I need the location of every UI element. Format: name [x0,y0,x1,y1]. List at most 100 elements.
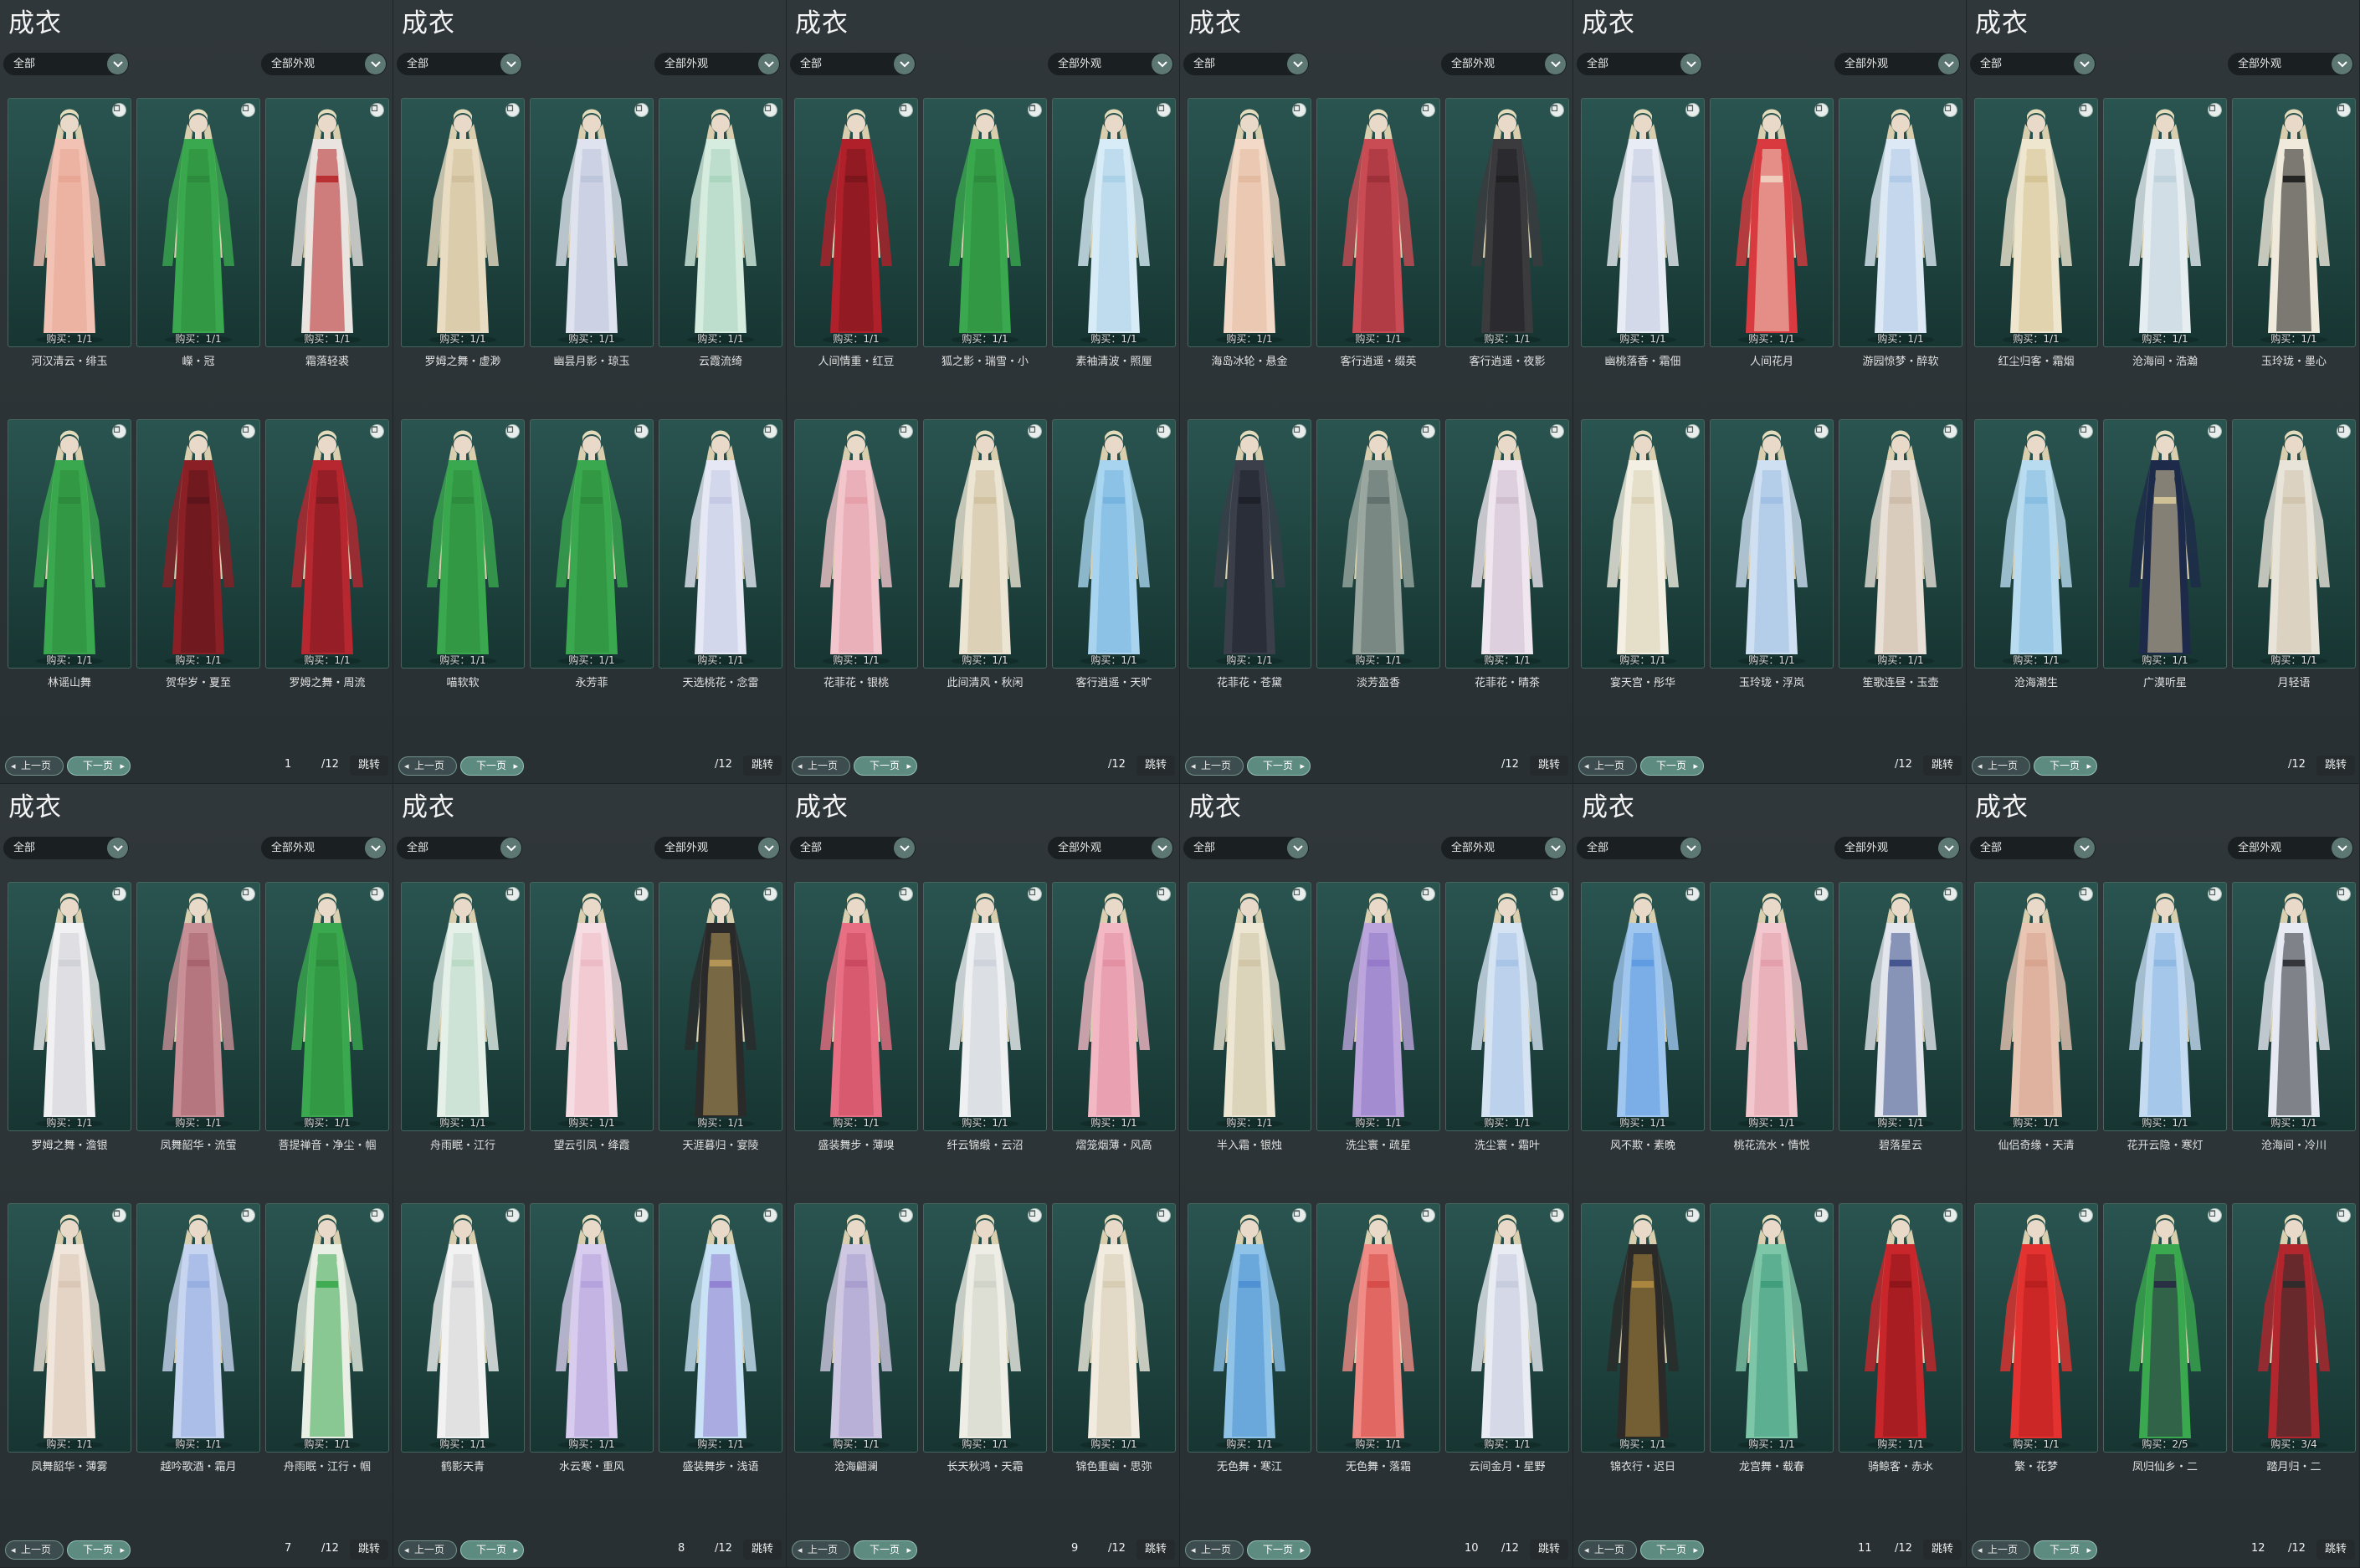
outfit-card[interactable]: 购买：1/1 沧海间・冷川 [2231,882,2357,1188]
appearance-dropdown[interactable]: 全部外观 [261,837,387,859]
outfit-preview[interactable]: 购买：1/1 [1710,98,1834,347]
outfit-preview[interactable]: 购买：1/1 [2232,882,2356,1131]
next-page-button[interactable]: 下一页 ▸ [1247,756,1311,776]
recycle-icon[interactable] [2208,103,2222,117]
appearance-dropdown[interactable]: 全部外观 [1048,837,1173,859]
trash-icon[interactable] [2079,424,2093,438]
category-dropdown[interactable]: 全部 [790,53,916,75]
recycle-icon[interactable] [370,1208,384,1222]
outfit-preview[interactable]: 购买：1/1 [530,1203,654,1453]
page-number-input[interactable]: 10 [1465,1542,1479,1555]
trash-icon[interactable] [505,1208,520,1222]
category-dropdown[interactable]: 全部 [397,837,522,859]
outfit-preview[interactable]: 购买：1/1 [530,882,654,1131]
outfit-card[interactable]: 购买：1/1 天选桃花・念雷 [658,419,783,725]
outfit-card[interactable]: 购买：1/1 鹤影天青 [400,1203,526,1509]
category-dropdown[interactable]: 全部 [1577,837,1702,859]
outfit-preview[interactable]: 购买：1/1 [794,1203,918,1453]
prev-page-button[interactable]: ◂ 上一页 [1972,1540,2030,1560]
recycle-icon[interactable] [1550,1208,1564,1222]
recycle-icon[interactable] [1028,1208,1042,1222]
outfit-preview[interactable]: 购买：3/4 [2232,1203,2356,1453]
appearance-dropdown[interactable]: 全部外观 [2228,53,2353,75]
recycle-icon[interactable] [112,1208,126,1222]
trash-icon[interactable] [1421,424,1435,438]
appearance-dropdown[interactable]: 全部外观 [1834,837,1960,859]
outfit-card[interactable]: 购买：1/1 海岛冰轮・悬金 [1187,98,1312,404]
outfit-preview[interactable]: 购买：1/1 [1316,1203,1440,1453]
outfit-card[interactable]: 购买：1/1 沧海翩澜 [793,1203,919,1509]
outfit-card[interactable]: 购买：1/1 罗姆之舞・周流 [264,419,390,725]
outfit-preview[interactable]: 购买：1/1 [8,98,131,347]
trash-icon[interactable] [241,424,255,438]
outfit-preview[interactable]: 购买：1/1 [1581,882,1705,1131]
category-dropdown[interactable]: 全部 [3,837,129,859]
page-number-input[interactable]: 1 [285,758,291,771]
recycle-icon[interactable] [2079,887,2093,901]
outfit-preview[interactable]: 购买：1/1 [1974,98,2098,347]
outfit-preview[interactable]: 购买：1/1 [1188,1203,1311,1453]
prev-page-button[interactable]: ◂ 上一页 [5,1540,64,1560]
page-number-input[interactable]: 12 [2251,1542,2265,1555]
outfit-card[interactable]: 购买：1/1 月轻语 [2231,419,2357,725]
outfit-card[interactable]: 购买：1/1 玉玲珑・浮岚 [1709,419,1834,725]
outfit-card[interactable]: 购买：1/1 此间清风・秋闲 [922,419,1048,725]
outfit-card[interactable]: 购买：1/1 河汉清云・绯玉 [7,98,132,404]
trash-icon[interactable] [112,103,126,117]
trash-icon[interactable] [1292,103,1306,117]
outfit-card[interactable]: 购买：1/1 风不欺・素晚 [1580,882,1706,1188]
outfit-card[interactable]: 购买：1/1 素袖清波・照厘 [1051,98,1177,404]
outfit-card[interactable]: 购买：1/1 嶸・冠 [136,98,261,404]
outfit-card[interactable]: 购买：1/1 花菲花・银桃 [793,419,919,725]
outfit-card[interactable]: 购买：1/1 菩提禅音・净尘・帼 [264,882,390,1188]
prev-page-button[interactable]: ◂ 上一页 [792,756,850,776]
trash-icon[interactable] [112,887,126,901]
trash-icon[interactable] [1550,424,1564,438]
next-page-button[interactable]: 下一页 ▸ [67,756,131,776]
category-dropdown[interactable]: 全部 [1183,837,1309,859]
outfit-preview[interactable]: 购买：1/1 [1581,98,1705,347]
outfit-card[interactable]: 购买：1/1 客行逍遥・夜影 [1444,98,1570,404]
outfit-card[interactable]: 购买：1/1 喵软软 [400,419,526,725]
recycle-icon[interactable] [763,1208,777,1222]
recycle-icon[interactable] [505,887,520,901]
recycle-icon[interactable] [2337,887,2351,901]
outfit-card[interactable]: 购买：1/1 舟雨眠・江行 [400,882,526,1188]
jump-button[interactable]: 跳转 [743,756,782,776]
outfit-card[interactable]: 购买：2/5 凤归仙乡・二 [2102,1203,2228,1509]
outfit-card[interactable]: 购买：1/1 幽昙月影・琼玉 [529,98,654,404]
outfit-card[interactable]: 购买：1/1 长天秋鸿・天霜 [922,1203,1048,1509]
outfit-card[interactable]: 购买：1/1 天涯暮归・宴陵 [658,882,783,1188]
outfit-card[interactable]: 购买：1/1 半入霜・银烛 [1187,882,1312,1188]
outfit-card[interactable]: 购买：1/1 宴天宫・彤华 [1580,419,1706,725]
outfit-card[interactable]: 购买：1/1 客行逍遥・天旷 [1051,419,1177,725]
outfit-card[interactable]: 购买：1/1 仙侣奇缘・天清 [1973,882,2099,1188]
outfit-preview[interactable]: 购买：1/1 [530,419,654,669]
outfit-preview[interactable]: 购买：1/1 [1052,98,1176,347]
recycle-icon[interactable] [112,424,126,438]
outfit-preview[interactable]: 购买：1/1 [1710,419,1834,669]
outfit-preview[interactable]: 购买：1/1 [2232,98,2356,347]
recycle-icon[interactable] [2337,1208,2351,1222]
recycle-icon[interactable] [1421,887,1435,901]
recycle-icon[interactable] [1685,887,1700,901]
next-page-button[interactable]: 下一页 ▸ [1640,756,1704,776]
outfit-card[interactable]: 购买：1/1 笙歌连昼・玉壶 [1838,419,1963,725]
recycle-icon[interactable] [1292,887,1306,901]
outfit-card[interactable]: 购买：1/1 沧海间・浩瀚 [2102,98,2228,404]
outfit-preview[interactable]: 购买：1/1 [1581,419,1705,669]
category-dropdown[interactable]: 全部 [1970,53,2096,75]
recycle-icon[interactable] [1028,424,1042,438]
trash-icon[interactable] [2208,424,2222,438]
trash-icon[interactable] [241,887,255,901]
outfit-preview[interactable]: 购买：1/1 [1316,419,1440,669]
outfit-preview[interactable]: 购买：1/1 [659,419,782,669]
recycle-icon[interactable] [1157,1208,1171,1222]
outfit-preview[interactable]: 购买：1/1 [923,1203,1047,1453]
outfit-card[interactable]: 购买：1/1 玉玲珑・墨心 [2231,98,2357,404]
outfit-card[interactable]: 购买：1/1 红尘归客・霜烟 [1973,98,2099,404]
recycle-icon[interactable] [634,1208,649,1222]
outfit-card[interactable]: 购买：1/1 繁・花梦 [1973,1203,2099,1509]
outfit-preview[interactable]: 购买：1/1 [1052,419,1176,669]
outfit-card[interactable]: 购买：1/1 桃花流水・情悦 [1709,882,1834,1188]
